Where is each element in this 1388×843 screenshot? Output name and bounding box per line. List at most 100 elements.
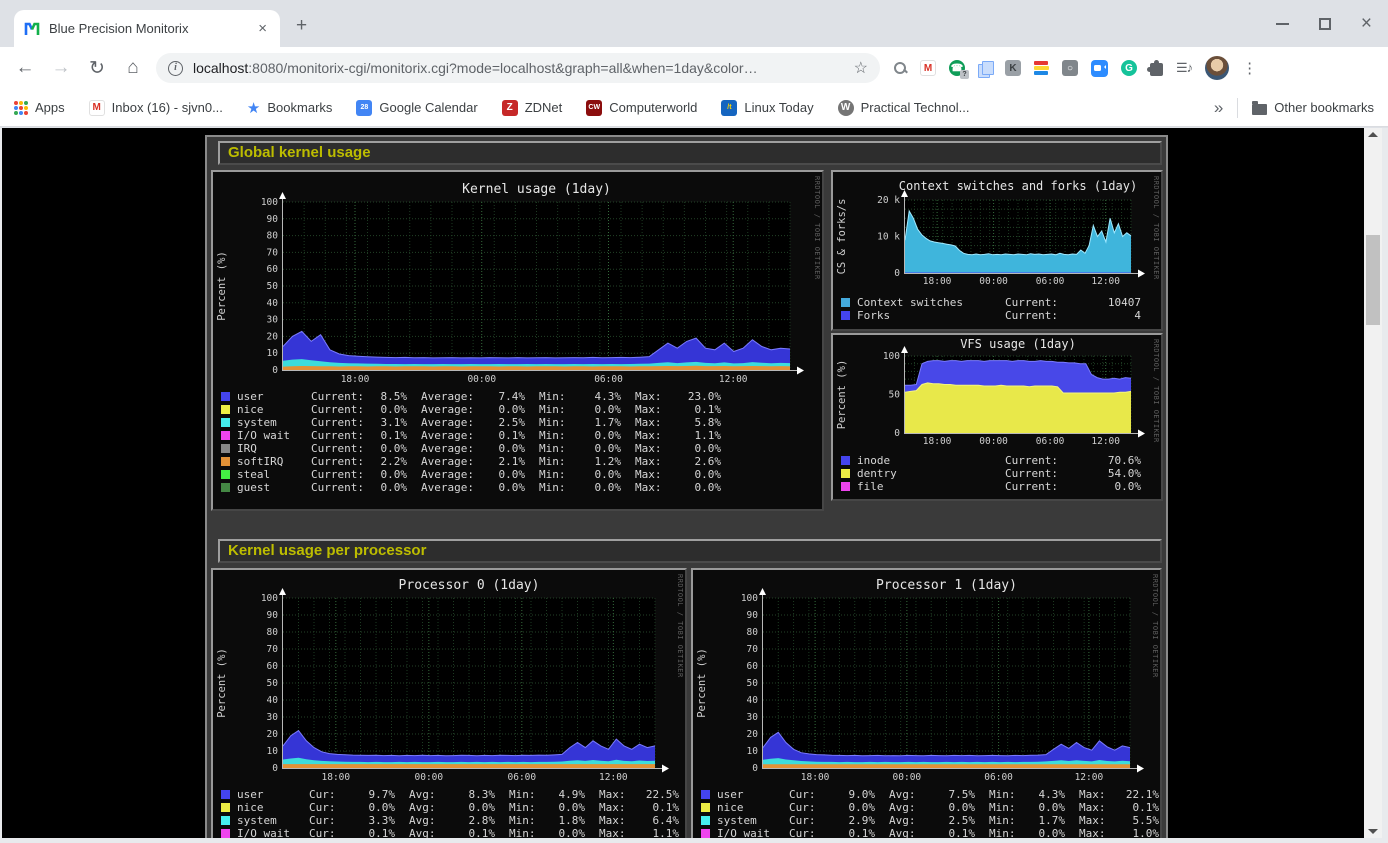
search-extension-icon[interactable] [893, 61, 907, 75]
other-bookmarks-button[interactable]: Other bookmarks [1252, 100, 1374, 115]
svg-text:00:00: 00:00 [467, 374, 496, 385]
svg-text:00:00: 00:00 [893, 772, 922, 782]
grammarly-extension-icon[interactable]: G [1121, 60, 1137, 76]
bookmarks-overflow-chevron[interactable]: » [1214, 98, 1223, 118]
lamp-extension-icon[interactable]: ○ [1062, 60, 1078, 76]
back-icon[interactable]: ← [14, 57, 36, 79]
legend-swatch [221, 444, 230, 453]
processor1-graph[interactable]: 010203040506070809010018:0000:0006:0012:… [691, 568, 1162, 843]
bookmark-apps-icon [14, 101, 28, 115]
legend-row: stealCurrent:0.0%Average:0.0%Min:0.0%Max… [221, 468, 816, 481]
reload-icon[interactable]: ↻ [86, 57, 108, 80]
bookmark-inbox-icon: M [89, 100, 105, 116]
legend-swatch [841, 456, 850, 465]
bookmark-computerworld-icon: CW [586, 100, 602, 116]
legend-stat: Min:0.0% [539, 403, 635, 416]
legend-stat: Min:1.7% [989, 814, 1079, 827]
legend-row: softIRQCurrent:2.2%Average:2.1%Min:1.2%M… [221, 455, 816, 468]
bookmark-bookmarks[interactable]: ★Bookmarks [247, 99, 332, 117]
bookmark-zdnet[interactable]: Z ZDNet [502, 100, 563, 116]
legend-row: userCurrent:8.5%Average:7.4%Min:4.3%Max:… [221, 390, 816, 403]
kebab-menu-icon[interactable]: ⋮ [1242, 59, 1257, 77]
books-extension-icon[interactable] [1034, 61, 1049, 75]
scrollbar-up-arrow-icon[interactable] [1368, 132, 1378, 137]
legend-stat: Avg:0.0% [409, 801, 509, 814]
svg-text:90: 90 [747, 610, 759, 621]
profile-avatar[interactable] [1205, 56, 1229, 80]
address-bar[interactable]: i localhost:8080/monitorix-cgi/monitorix… [156, 53, 880, 83]
bookmark-google-calendar[interactable]: 28Google Calendar [356, 100, 477, 116]
scrollbar-thumb[interactable] [1366, 235, 1380, 325]
svg-text:40: 40 [747, 695, 759, 706]
legend-series-name: user [717, 788, 789, 801]
bookmark-label: ZDNet [525, 100, 563, 115]
processor0-graph[interactable]: 010203040506070809010018:0000:0006:0012:… [211, 568, 687, 843]
svg-text:VFS usage (1day): VFS usage (1day) [960, 337, 1076, 351]
vertical-scrollbar[interactable] [1364, 128, 1382, 838]
tab-close-icon[interactable]: × [255, 20, 270, 37]
svg-text:0: 0 [752, 763, 758, 774]
minimize-button[interactable] [1276, 23, 1289, 25]
bookmark-practical-technology[interactable]: WPractical Technol... [838, 100, 970, 116]
window-close-button[interactable]: × [1361, 17, 1372, 31]
copy-pages-extension-icon[interactable] [978, 61, 992, 76]
extensions-puzzle-icon[interactable] [1150, 63, 1163, 76]
media-queue-icon[interactable]: ☰♪ [1176, 60, 1192, 76]
svg-text:90: 90 [267, 610, 279, 621]
svg-text:CS & forks/s: CS & forks/s [836, 199, 848, 275]
browser-tab[interactable]: Blue Precision Monitorix × [14, 10, 280, 47]
bookmark-zdnet-icon: Z [502, 100, 518, 116]
site-info-icon[interactable]: i [168, 61, 183, 76]
scrollbar-down-arrow-icon[interactable] [1368, 829, 1378, 834]
bookmark-computerworld[interactable]: CWComputerworld [586, 100, 697, 116]
bookmark-star-icon[interactable]: ☆ [854, 58, 868, 78]
legend-stat: Avg:2.5% [889, 814, 989, 827]
gmail-extension-icon[interactable]: M [920, 60, 936, 76]
url-host: localhost [193, 60, 248, 76]
kernel-usage-graph[interactable]: 010203040506070809010018:0000:0006:0012:… [211, 170, 824, 511]
svg-text:06:00: 06:00 [508, 772, 537, 782]
svg-text:70: 70 [267, 247, 279, 258]
zoom-camera-extension-icon[interactable] [1091, 60, 1108, 77]
rrdtool-watermark: RRDTOOL / TOBI OETIKER [1152, 176, 1160, 280]
svg-text:20: 20 [747, 729, 759, 740]
legend-row: fileCurrent:0.0% [841, 480, 1155, 493]
k-extension-icon[interactable]: K [1005, 60, 1021, 76]
legend-series-name: user [237, 788, 309, 801]
bookmark-label: Apps [35, 100, 65, 115]
svg-text:30: 30 [747, 712, 759, 723]
legend-stat: Max:22.5% [599, 788, 687, 801]
window-left-edge [0, 128, 2, 843]
svg-text:0: 0 [272, 365, 278, 376]
vfs-usage-graph[interactable]: 05010018:0000:0006:0012:00VFS usage (1da… [831, 333, 1163, 501]
bookmark-apps[interactable]: Apps [14, 100, 65, 115]
maximize-button[interactable] [1319, 18, 1331, 30]
voice-extension-icon[interactable]: ☎? [949, 60, 965, 76]
legend-swatch [221, 483, 230, 492]
legend-stat: Current:0.0% [311, 481, 421, 494]
bookmark-bookmarks-icon: ★ [247, 99, 260, 117]
forward-icon[interactable]: → [50, 57, 72, 79]
legend-stat: Cur:9.7% [309, 788, 409, 801]
svg-text:50: 50 [267, 281, 279, 292]
legend-stat: Min:1.8% [509, 814, 599, 827]
legend-swatch [221, 418, 230, 427]
home-icon[interactable]: ⌂ [122, 57, 144, 79]
legend-swatch [221, 816, 230, 825]
legend-stat: Avg:0.0% [889, 801, 989, 814]
svg-text:20: 20 [267, 331, 279, 342]
legend-stat: Current:0.0% [1005, 480, 1155, 493]
svg-text:06:00: 06:00 [1036, 276, 1065, 287]
new-tab-button[interactable]: + [296, 16, 307, 35]
svg-text:18:00: 18:00 [923, 276, 952, 287]
legend-series-name: softIRQ [237, 455, 311, 468]
legend-stat: Max:0.0% [635, 442, 735, 455]
legend-series-name: file [857, 480, 1005, 493]
svg-text:12:00: 12:00 [719, 374, 748, 385]
context-switches-graph[interactable]: 010 k20 k18:0000:0006:0012:00Context swi… [831, 170, 1163, 331]
legend-series-name: nice [237, 801, 309, 814]
legend-stat: Average:0.0% [421, 403, 539, 416]
bookmark-linux-today[interactable]: /tLinux Today [721, 100, 813, 116]
legend-swatch [701, 803, 710, 812]
bookmark-inbox[interactable]: MInbox (16) - sjvn0... [89, 100, 223, 116]
